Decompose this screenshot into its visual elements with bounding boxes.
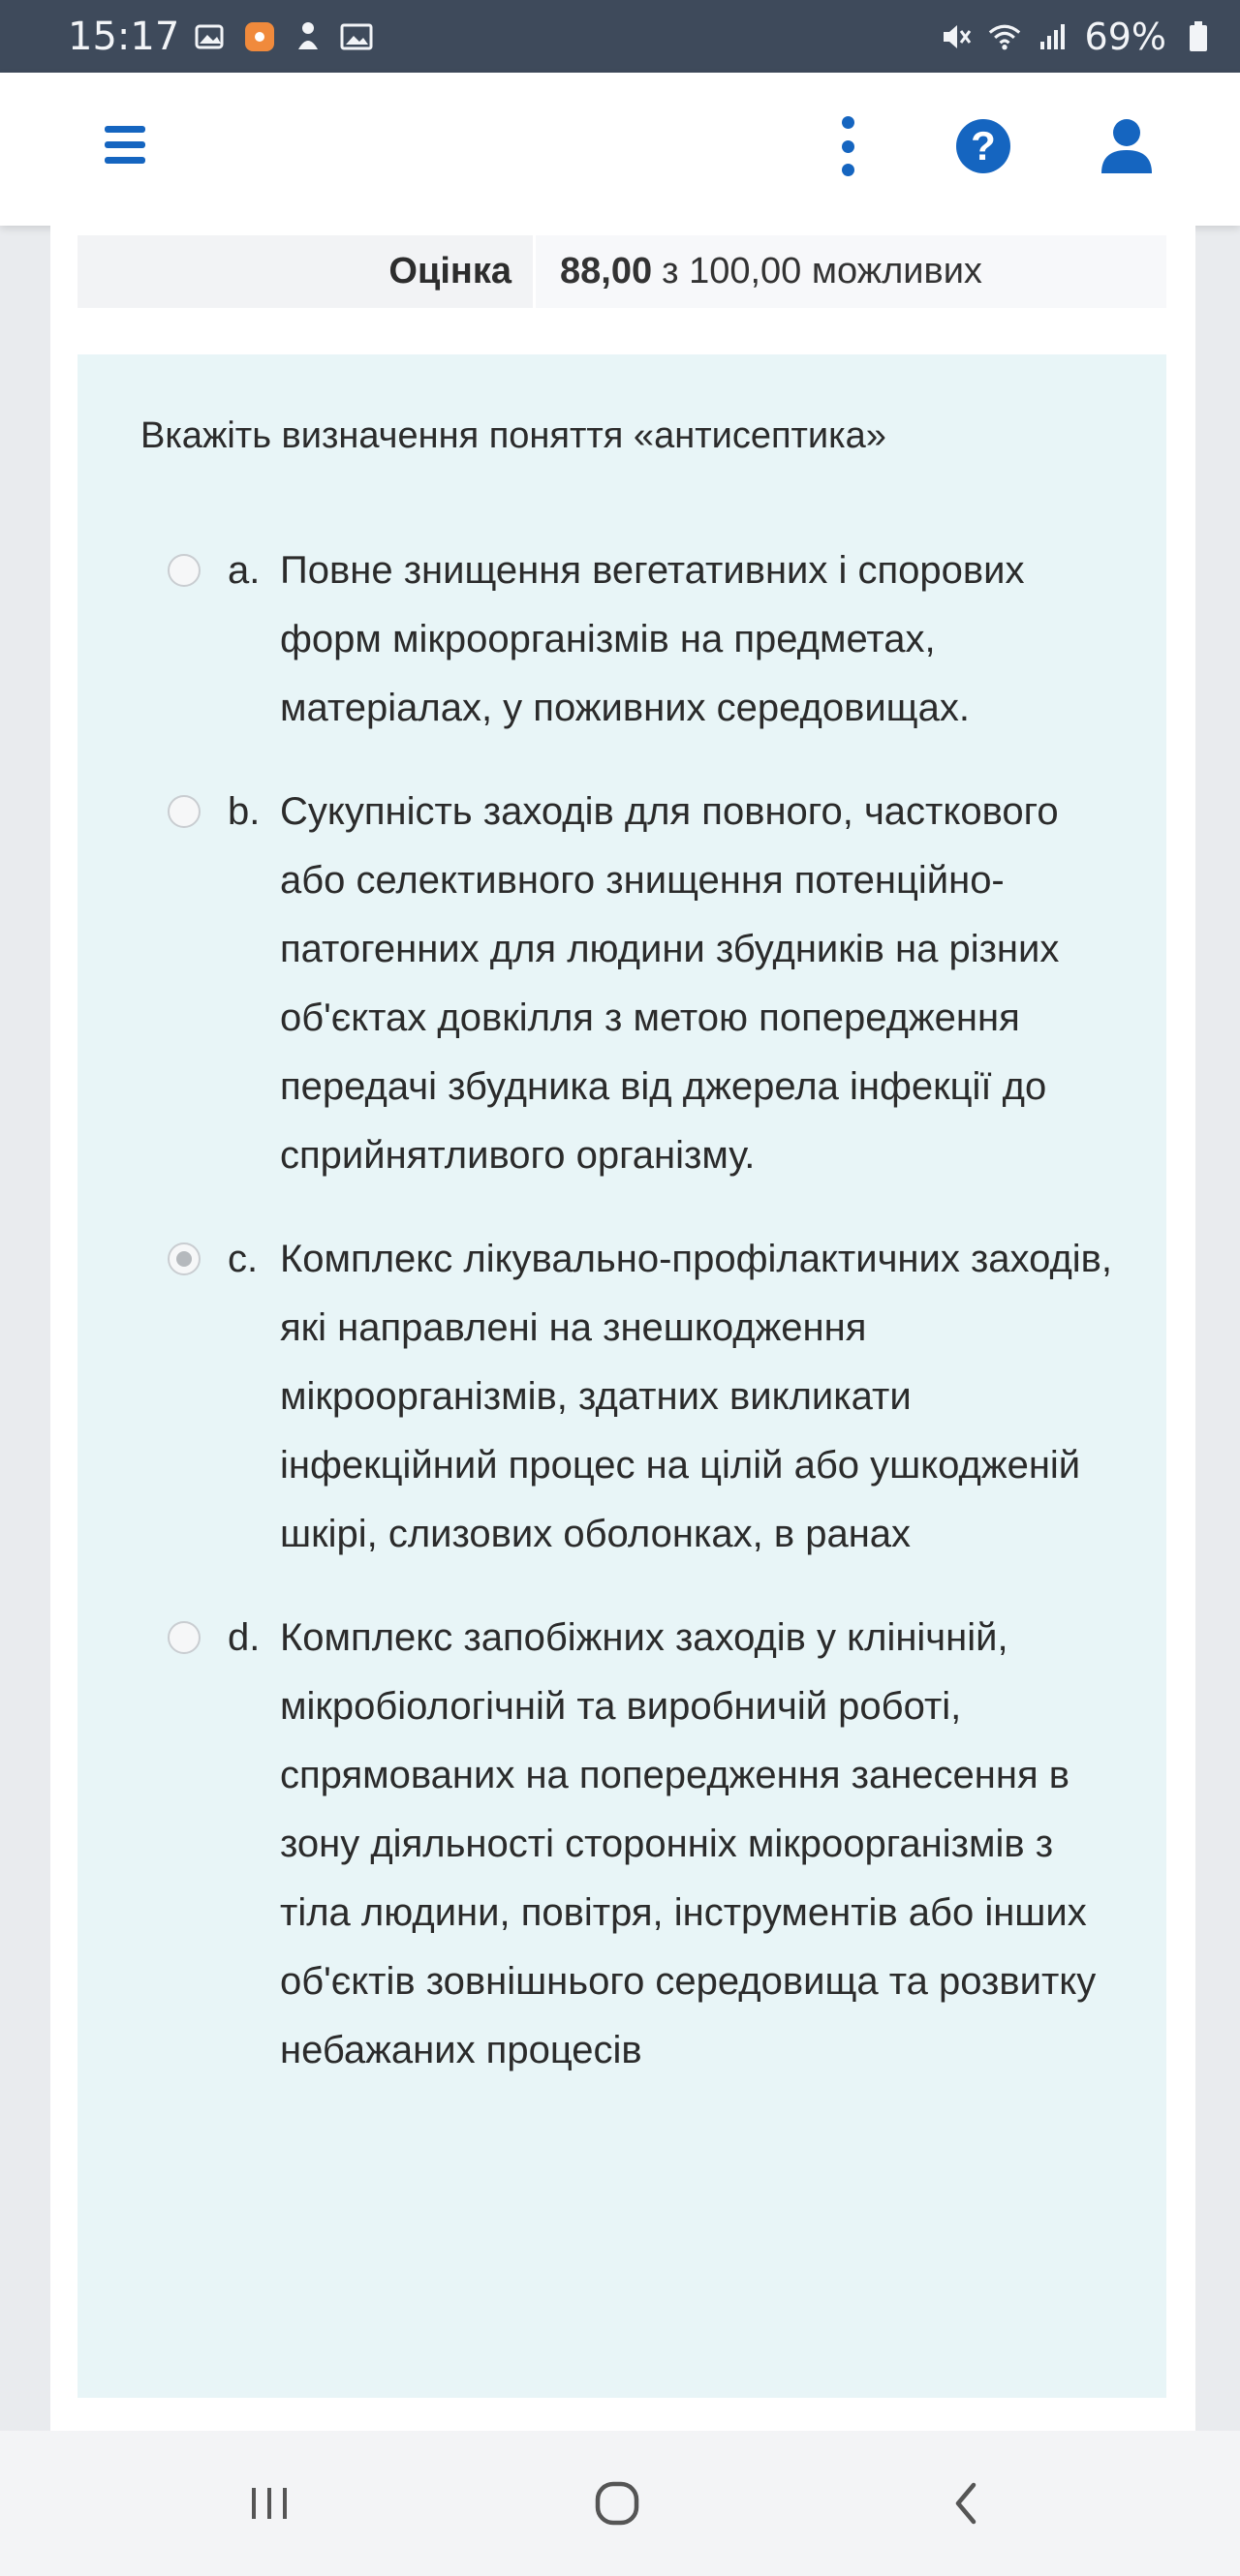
answer-letter-a: a.: [228, 549, 261, 592]
signal-icon: [1037, 20, 1070, 53]
answer-list: a. Повне знищення вегетативних і спорови…: [116, 537, 1143, 2120]
grade-row: Оцінка 88,00 з 100,00 можливих: [78, 235, 1166, 308]
answer-text-d: Комплекс запобіжних заходів у клінічній,…: [280, 1616, 1097, 2071]
user-icon[interactable]: [1099, 117, 1155, 175]
image-icon: [340, 20, 373, 53]
mute-icon: [940, 20, 973, 53]
answer-radio-d[interactable]: [168, 1621, 201, 1654]
grade-label: Оцінка: [388, 251, 512, 291]
answer-text-c: Комплекс лікувально-профілактичних заход…: [280, 1238, 1113, 1555]
grade-value: 88,00 з 100,00 можливих: [533, 235, 1166, 308]
recent-apps-icon[interactable]: [231, 2469, 308, 2537]
grade-score: 88,00: [560, 251, 653, 291]
answer-option-a[interactable]: a. Повне знищення вегетативних і спорови…: [116, 537, 1143, 743]
battery-icon: [1182, 20, 1215, 53]
home-icon[interactable]: [578, 2469, 656, 2537]
battery-percentage: 69%: [1084, 15, 1166, 58]
back-icon[interactable]: [927, 2469, 1005, 2537]
answer-letter-b: b.: [228, 790, 261, 833]
gallery-icon: [195, 20, 228, 53]
app-header: ?: [0, 73, 1240, 226]
status-time: 15:17: [68, 14, 180, 59]
answer-option-c[interactable]: c. Комплекс лікувально-профілактичних за…: [116, 1225, 1143, 1569]
download-icon: [292, 20, 325, 53]
menu-icon[interactable]: [105, 126, 145, 165]
answer-radio-b[interactable]: [168, 795, 201, 828]
status-bar-left: 15:17: [68, 15, 373, 59]
answer-radio-c[interactable]: [168, 1242, 201, 1275]
answer-option-d[interactable]: d. Комплекс запобіжних заходів у клінічн…: [116, 1604, 1143, 2085]
answer-radio-a[interactable]: [168, 554, 201, 587]
answer-text-a: Повне знищення вегетативних і спорових ф…: [280, 549, 1025, 729]
question-box: Вкажіть визначення поняття «антисептика»…: [78, 354, 1166, 2398]
answer-letter-c: c.: [228, 1238, 259, 1280]
status-bar: 15:17 69%: [0, 0, 1240, 73]
status-bar-right: 69%: [940, 15, 1215, 58]
notification-dot-icon: [243, 20, 276, 53]
help-icon[interactable]: ?: [956, 119, 1010, 173]
grade-suffix: з 100,00 можливих: [662, 251, 982, 291]
wifi-icon: [988, 20, 1021, 53]
answer-option-b[interactable]: b. Сукупність заходів для повного, частк…: [116, 778, 1143, 1190]
question-text: Вкажіть визначення поняття «антисептика»: [140, 415, 886, 456]
answer-letter-d: d.: [228, 1616, 261, 1659]
quiz-review-page: Оцінка 88,00 з 100,00 можливих Вкажіть в…: [50, 226, 1195, 2431]
more-vertical-icon[interactable]: [836, 116, 859, 176]
answer-text-b: Сукупність заходів для повного, частково…: [280, 790, 1060, 1177]
system-nav-bar: [0, 2431, 1240, 2576]
